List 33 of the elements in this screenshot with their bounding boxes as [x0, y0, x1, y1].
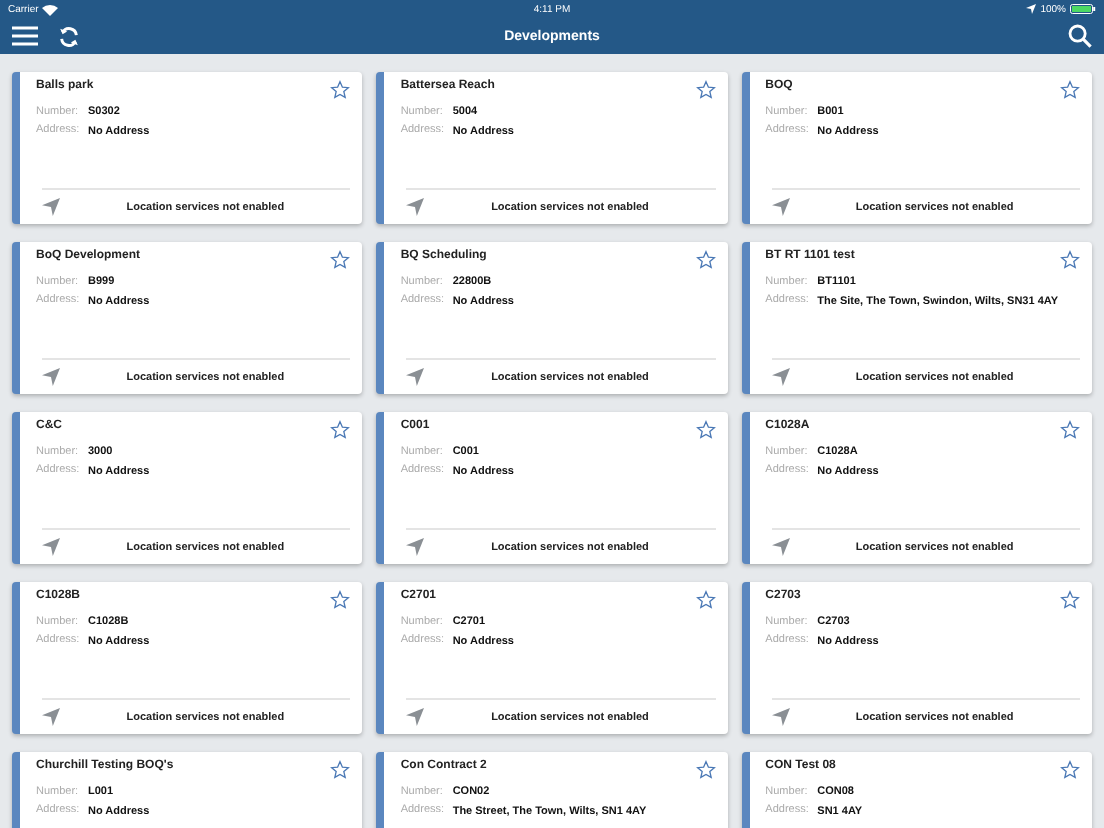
star-icon[interactable] [330, 590, 351, 610]
location-arrow-icon [771, 538, 790, 556]
location-arrow-icon [406, 708, 425, 726]
star-icon[interactable] [1059, 250, 1080, 270]
menu-button[interactable] [8, 24, 42, 48]
star-icon[interactable] [695, 760, 716, 780]
star-icon[interactable] [330, 420, 351, 440]
star-icon[interactable] [695, 420, 716, 440]
location-arrow-icon [42, 538, 60, 556]
star-icon[interactable] [330, 250, 351, 270]
star-icon[interactable] [330, 760, 351, 780]
search-button[interactable] [1064, 22, 1096, 50]
location-arrow-icon [771, 708, 790, 726]
location-arrow-icon [42, 198, 60, 216]
star-icon[interactable] [1059, 80, 1080, 100]
star-icon[interactable] [695, 590, 716, 610]
location-arrow-icon [406, 198, 425, 216]
star-icon[interactable] [330, 80, 351, 100]
location-arrow-icon [406, 368, 425, 386]
location-arrow-icon [42, 708, 60, 726]
location-arrow-icon [771, 368, 790, 386]
location-arrow-icon [1026, 4, 1037, 14]
battery-icon [1070, 4, 1096, 14]
location-arrow-icon [42, 368, 60, 386]
star-icon[interactable] [695, 80, 716, 100]
star-icon[interactable] [695, 250, 716, 270]
star-icon[interactable] [1059, 590, 1080, 610]
refresh-button[interactable] [54, 23, 84, 49]
location-arrow-icon [406, 538, 425, 556]
wifi-icon [42, 3, 59, 15]
star-icon[interactable] [1059, 760, 1080, 780]
star-icon[interactable] [1059, 420, 1080, 440]
location-arrow-icon [771, 198, 790, 216]
